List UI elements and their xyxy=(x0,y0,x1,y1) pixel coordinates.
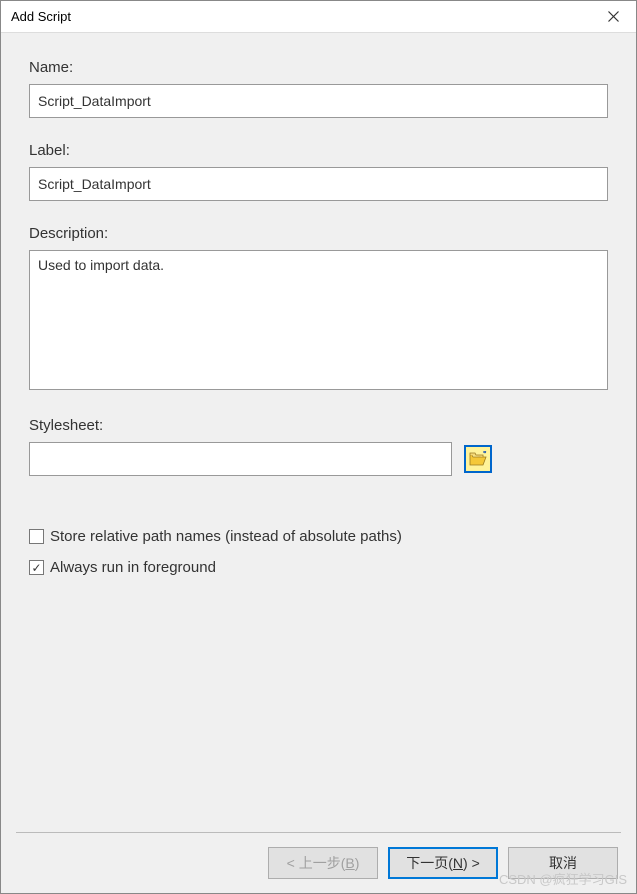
close-button[interactable] xyxy=(590,1,636,33)
description-group: Description: xyxy=(29,225,608,393)
stylesheet-group: Stylesheet: xyxy=(29,417,608,476)
cancel-button[interactable]: 取消 xyxy=(508,847,618,879)
browse-button[interactable] xyxy=(464,445,492,473)
titlebar: Add Script xyxy=(1,1,636,33)
next-button[interactable]: 下一页(N) > xyxy=(388,847,498,879)
name-label: Name: xyxy=(29,59,608,76)
stylesheet-input[interactable] xyxy=(29,442,452,476)
description-input[interactable] xyxy=(29,250,608,390)
stylesheet-label: Stylesheet: xyxy=(29,417,608,434)
window-title: Add Script xyxy=(11,9,71,24)
name-group: Name: xyxy=(29,59,608,118)
label-label: Label: xyxy=(29,142,608,159)
button-bar: < 上一步(B) 下一页(N) > 取消 xyxy=(1,833,636,893)
foreground-row: Always run in foreground xyxy=(29,559,608,576)
close-icon xyxy=(608,11,619,22)
description-label: Description: xyxy=(29,225,608,242)
spacer xyxy=(29,590,608,832)
label-group: Label: xyxy=(29,142,608,201)
label-input[interactable] xyxy=(29,167,608,201)
name-input[interactable] xyxy=(29,84,608,118)
foreground-checkbox[interactable] xyxy=(29,560,44,575)
dialog-content: Name: Label: Description: Stylesheet: xyxy=(1,33,636,832)
dialog-window: Add Script Name: Label: Description: Sty… xyxy=(0,0,637,894)
relative-path-label: Store relative path names (instead of ab… xyxy=(50,528,402,545)
foreground-label: Always run in foreground xyxy=(50,559,216,576)
relative-path-row: Store relative path names (instead of ab… xyxy=(29,528,608,545)
folder-open-icon xyxy=(469,451,487,467)
checkboxes-section: Store relative path names (instead of ab… xyxy=(29,528,608,590)
relative-path-checkbox[interactable] xyxy=(29,529,44,544)
back-button[interactable]: < 上一步(B) xyxy=(268,847,378,879)
